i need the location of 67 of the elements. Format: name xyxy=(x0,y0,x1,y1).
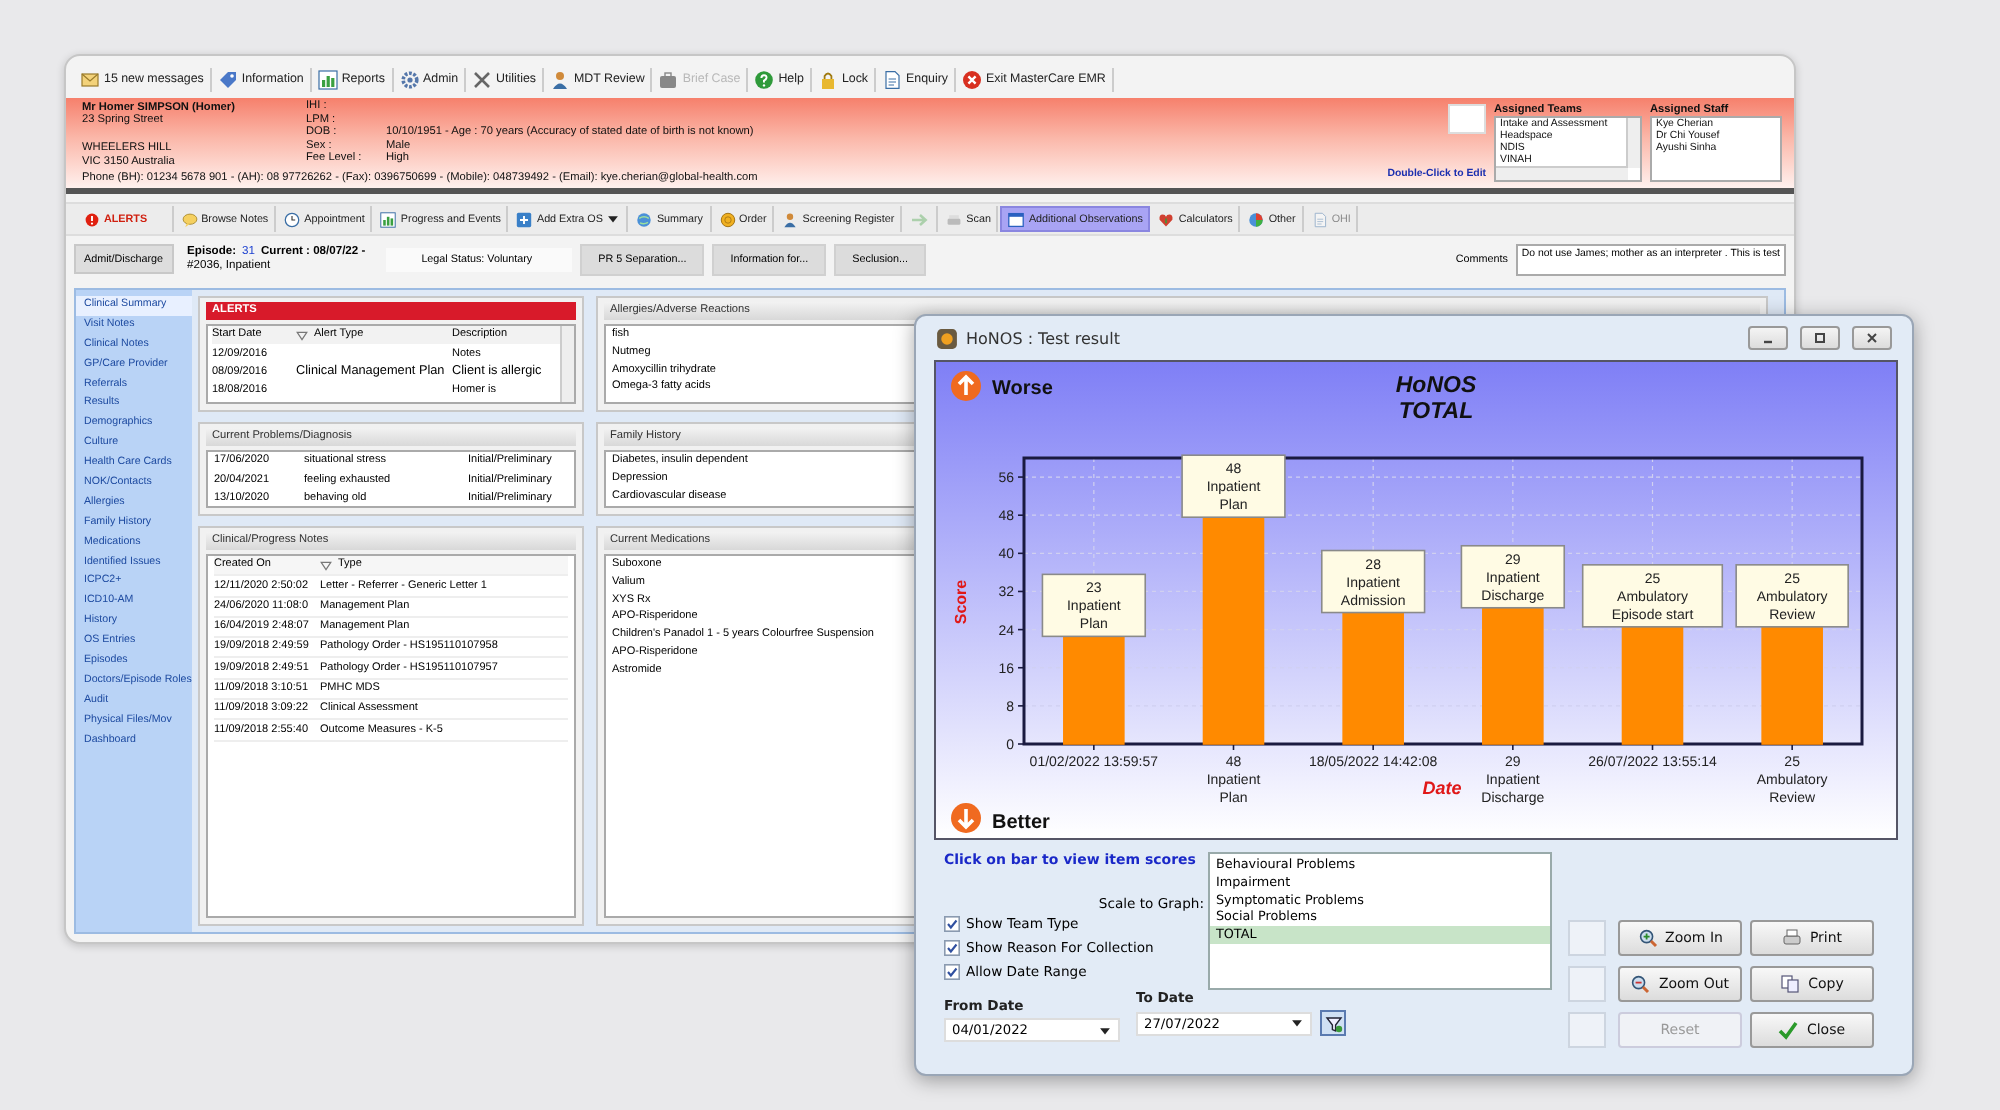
axis-label: Score xyxy=(952,579,970,625)
chart-title: HoNOS TOTAL xyxy=(1395,374,1477,424)
arrow-icon xyxy=(910,209,931,229)
plus-icon xyxy=(516,211,533,227)
sort-icon xyxy=(320,559,332,572)
blank-button[interactable] xyxy=(1568,920,1606,956)
printer-icon xyxy=(1781,928,1802,948)
close-icon xyxy=(1862,328,1882,348)
caret-icon xyxy=(1290,1016,1304,1030)
window-title: HoNOS : Test result xyxy=(966,329,1120,347)
worse-label: Worse xyxy=(992,378,1053,400)
scanner-icon xyxy=(946,211,963,227)
copy-icon xyxy=(1780,974,1801,994)
scrollbar[interactable] xyxy=(1496,166,1628,181)
checkbox[interactable] xyxy=(944,916,960,932)
sort-icon xyxy=(296,329,308,342)
envelope-icon xyxy=(80,69,100,89)
chart-bar[interactable] xyxy=(1063,633,1125,745)
gear-icon xyxy=(399,69,419,89)
maximize-button[interactable] xyxy=(1800,326,1840,350)
photo-box[interactable] xyxy=(1448,104,1486,134)
arrow-up-icon xyxy=(951,371,981,401)
filter-button[interactable] xyxy=(1320,1010,1346,1036)
minimize-button[interactable] xyxy=(1748,326,1788,350)
lock-icon xyxy=(817,69,838,89)
chart-bar[interactable] xyxy=(1202,514,1265,745)
axis-label: Date xyxy=(1422,778,1462,798)
chart-bar[interactable] xyxy=(1761,624,1823,745)
briefcase-icon xyxy=(658,69,679,89)
checkbox[interactable] xyxy=(944,964,960,980)
maximize-icon xyxy=(1810,328,1830,348)
pie-chart-icon xyxy=(1248,211,1265,227)
speech-bubble-icon xyxy=(181,211,198,227)
close-icon xyxy=(962,69,982,89)
caret-icon xyxy=(1098,1023,1112,1037)
close-button[interactable] xyxy=(1852,326,1892,350)
coin-icon xyxy=(719,211,736,227)
scrollbar[interactable] xyxy=(1626,118,1640,169)
blank-button[interactable] xyxy=(1568,966,1606,1002)
person-icon xyxy=(782,211,799,227)
chart-icon xyxy=(380,211,397,227)
document-icon xyxy=(1311,211,1328,227)
checkbox[interactable] xyxy=(944,940,960,956)
arrow-down-icon xyxy=(951,803,981,833)
document-icon xyxy=(882,69,903,89)
zoom-in-icon xyxy=(1637,928,1658,948)
help-icon xyxy=(754,69,775,89)
window-icon xyxy=(1008,211,1025,227)
scrollbar[interactable] xyxy=(560,326,574,402)
chart-icon xyxy=(317,69,338,89)
filter-icon xyxy=(1323,1013,1343,1033)
tools-icon xyxy=(472,69,493,89)
check-icon xyxy=(1778,1020,1799,1040)
caret-icon xyxy=(606,212,621,226)
clock-icon xyxy=(284,211,301,227)
warning-dot-icon xyxy=(84,211,100,227)
zoom-out-icon xyxy=(1630,974,1651,994)
heart-icon xyxy=(1158,211,1175,227)
person-icon xyxy=(550,69,570,89)
globe-icon xyxy=(636,211,653,227)
tag-icon xyxy=(217,69,238,89)
chart-bar[interactable] xyxy=(1342,609,1404,745)
blank-button[interactable] xyxy=(1568,1012,1606,1048)
better-label: Better xyxy=(992,812,1050,834)
chart-bar[interactable] xyxy=(1621,624,1684,745)
app-icon xyxy=(936,327,958,349)
chart-bar[interactable] xyxy=(1482,604,1544,745)
